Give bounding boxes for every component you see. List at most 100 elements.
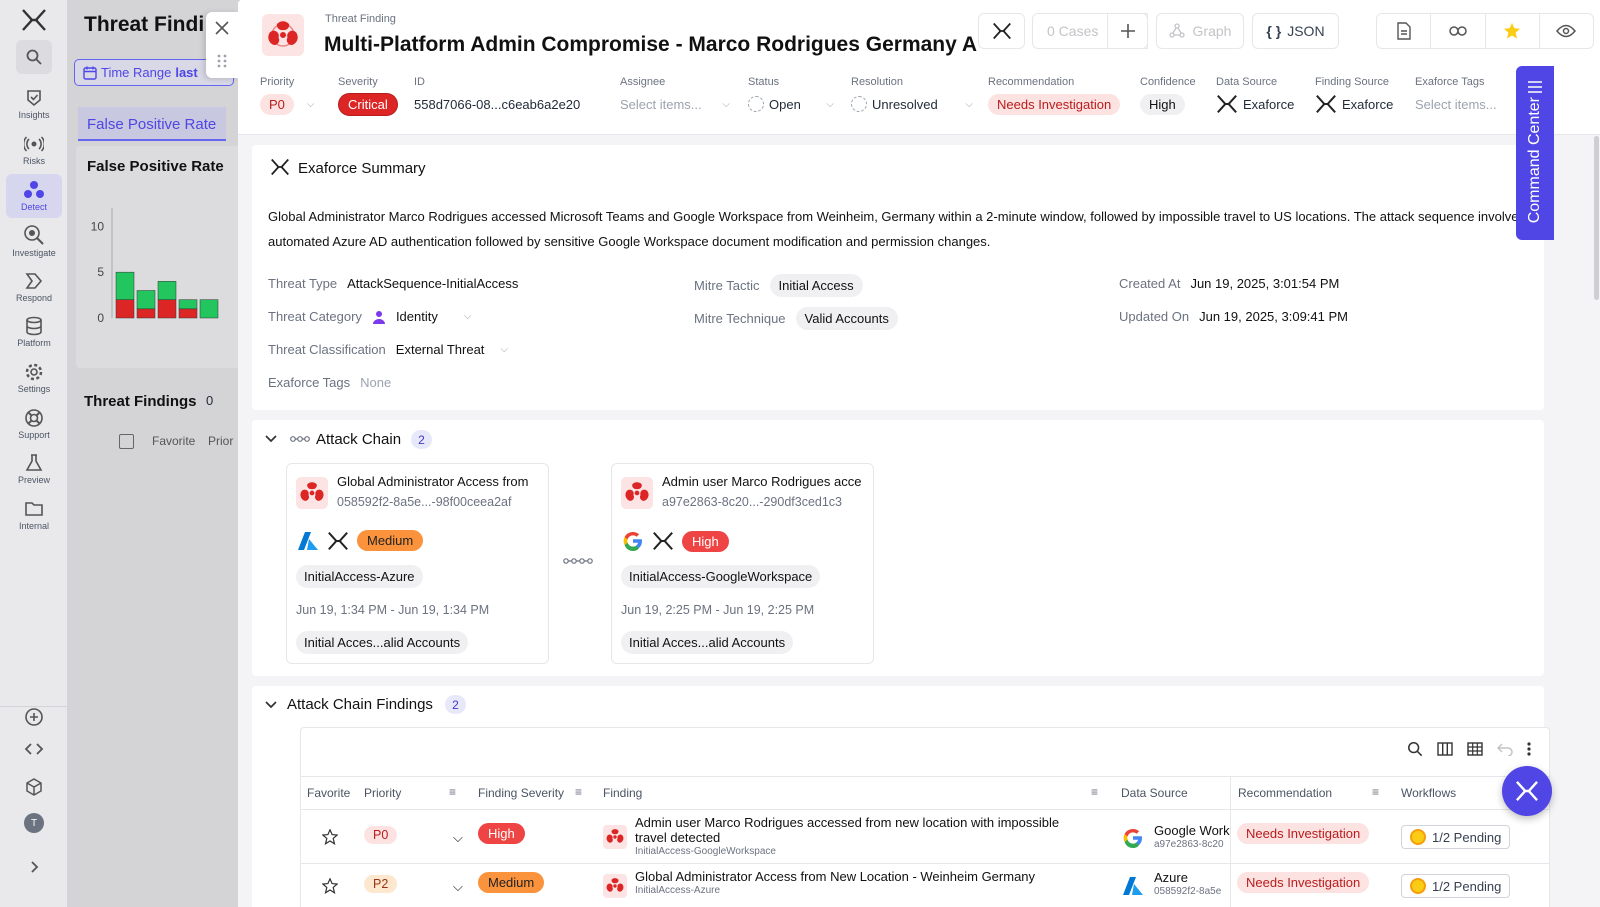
column-workflows[interactable]: Workflows xyxy=(1401,786,1456,800)
threat-category-row[interactable]: Threat Category Identity ⌵ xyxy=(268,309,471,324)
tags-field[interactable]: Exaforce Tags Select items... xyxy=(1415,76,1497,112)
gear-icon xyxy=(25,363,43,381)
notes-button[interactable] xyxy=(1377,14,1432,48)
sidebar-item-internal[interactable]: Internal xyxy=(6,493,62,537)
scrollbar[interactable] xyxy=(1594,136,1599,300)
finding-name[interactable]: Admin user Marco Rodrigues accessed from… xyxy=(635,815,1059,830)
id-field: ID 558d7066-08...c6eab6a2e20 xyxy=(414,76,580,112)
select-all-checkbox[interactable] xyxy=(119,434,134,449)
sidebar-item-support[interactable]: Support xyxy=(6,402,62,446)
star-filled-icon xyxy=(1504,22,1521,39)
exaforce-logo-icon[interactable] xyxy=(21,8,47,32)
recommendation-badge: Needs Investigation xyxy=(1237,872,1370,893)
finding-type-badge xyxy=(603,825,627,849)
table-row[interactable]: P2 ⌵ Medium Global Administrator Access … xyxy=(301,864,1549,907)
sidebar-item-settings[interactable]: Settings xyxy=(6,356,62,400)
command-center-tab[interactable]: Command Center xyxy=(1516,66,1554,240)
column-favorite[interactable]: Favorite xyxy=(307,786,350,800)
time-range-value: last xyxy=(175,65,198,80)
more-vertical-icon[interactable] xyxy=(1527,742,1531,756)
column-finding[interactable]: Finding xyxy=(603,786,642,800)
sidebar-item-detect[interactable]: Detect xyxy=(6,174,62,218)
drag-handle-icon[interactable] xyxy=(216,54,228,68)
sidebar-item-risks[interactable]: Risks xyxy=(6,128,62,172)
plus-icon xyxy=(1120,24,1135,38)
sidebar-item-respond[interactable]: Respond xyxy=(6,265,62,309)
expand-sidebar-icon[interactable] xyxy=(22,855,46,879)
severity-label: Severity xyxy=(338,76,378,88)
sidebar-item-investigate[interactable]: Investigate xyxy=(6,219,62,263)
chevron-down-icon[interactable]: ⌵ xyxy=(453,879,463,895)
status-value: Open xyxy=(769,96,801,112)
finding-name-cont[interactable]: travel detected xyxy=(635,830,720,845)
resolution-field[interactable]: Resolution Unresolved ⌵ xyxy=(851,76,973,112)
finding-detail-panel: Threat Finding Multi-Platform Admin Comp… xyxy=(238,0,1600,907)
recommendation-badge: Needs Investigation xyxy=(988,93,1121,115)
column-favorite[interactable]: Favorite xyxy=(152,434,195,448)
chevron-down-icon[interactable] xyxy=(265,700,277,710)
json-button[interactable]: { } JSON xyxy=(1252,13,1339,49)
chat-icon[interactable] xyxy=(22,705,46,729)
filter-icon[interactable]: ≡ xyxy=(575,785,582,799)
code-icon[interactable] xyxy=(22,737,46,761)
confidence-field[interactable]: Confidence High xyxy=(1140,76,1196,115)
column-priority[interactable]: Priority xyxy=(364,786,401,800)
attack-chain-node[interactable]: Global Administrator Access from 058592f… xyxy=(286,463,549,664)
workflow-status-button[interactable]: 1/2 Pending xyxy=(1401,874,1511,898)
undo-icon[interactable] xyxy=(1497,742,1513,756)
table-row[interactable]: P0 ⌵ High Admin user Marco Rodrigues acc… xyxy=(301,810,1549,864)
columns-icon[interactable] xyxy=(1437,742,1453,756)
node-title: Global Administrator Access from xyxy=(337,474,529,489)
density-icon[interactable] xyxy=(1467,742,1483,756)
user-avatar[interactable]: T xyxy=(22,811,46,835)
status-label: Status xyxy=(748,76,780,88)
tab-false-positive-rate[interactable]: False Positive Rate xyxy=(78,107,226,141)
priority-field[interactable]: Priority P0 ⌵ xyxy=(260,76,315,115)
sidebar-item-platform[interactable]: Platform xyxy=(6,310,62,354)
exaforce-assistant-button[interactable] xyxy=(978,13,1025,49)
attack-chain-node[interactable]: Admin user Marco Rodrigues acce a97e2863… xyxy=(611,463,874,664)
close-icon[interactable] xyxy=(215,21,229,35)
chart-title: False Positive Rate xyxy=(87,158,224,175)
summary-tags-label: Exaforce Tags xyxy=(268,375,351,390)
sidebar-item-label: Respond xyxy=(15,293,53,303)
column-finding-severity[interactable]: Finding Severity xyxy=(478,786,564,800)
finding-name[interactable]: Global Administrator Access from New Loc… xyxy=(635,869,1035,884)
chevron-down-icon[interactable] xyxy=(265,434,277,444)
workflow-status-button[interactable]: 1/2 Pending xyxy=(1401,825,1511,849)
threat-classification-row[interactable]: Threat Classification External Threat ⌵ xyxy=(268,342,508,357)
finding-id[interactable]: 558d7066-08...c6eab6a2e20 xyxy=(414,97,580,112)
recommendation-field[interactable]: Recommendation Needs Investigation xyxy=(988,76,1121,115)
filter-icon[interactable]: ≡ xyxy=(449,785,456,799)
status-field[interactable]: Status Open ⌵ xyxy=(748,76,834,112)
attack-chain-findings-card: Attack Chain Findings 2 Favorite Priorit… xyxy=(252,686,1550,907)
graph-button[interactable]: Graph xyxy=(1156,13,1244,49)
sidebar-item-insights[interactable]: Insights xyxy=(6,82,62,126)
exaforce-logo-icon xyxy=(328,531,348,550)
column-recommendation[interactable]: Recommendation xyxy=(1238,786,1332,800)
sidebar-search-button[interactable] xyxy=(16,40,52,74)
cube-icon[interactable] xyxy=(22,775,46,799)
favorite-button[interactable] xyxy=(1486,14,1540,48)
star-outline-icon[interactable] xyxy=(322,829,338,845)
sidebar-item-preview[interactable]: Preview xyxy=(6,447,62,491)
exaforce-assistant-fab[interactable] xyxy=(1502,766,1552,816)
finding-type: InitialAccess-GoogleWorkspace xyxy=(635,846,776,857)
add-case-button[interactable] xyxy=(1107,13,1148,49)
filter-icon[interactable]: ≡ xyxy=(1372,785,1379,799)
assignee-field[interactable]: Assignee Select items... ⌵ xyxy=(620,76,730,112)
column-data-source[interactable]: Data Source xyxy=(1121,786,1188,800)
star-outline-icon[interactable] xyxy=(322,878,338,894)
copy-link-button[interactable] xyxy=(1431,14,1486,48)
biohazard-icon xyxy=(606,878,624,892)
filter-icon[interactable]: ≡ xyxy=(1091,785,1098,799)
command-center-label: Command Center xyxy=(1526,96,1543,224)
column-priority[interactable]: Prior xyxy=(208,434,233,448)
search-icon[interactable] xyxy=(1407,741,1423,757)
recommendation-badge: Needs Investigation xyxy=(1237,823,1370,844)
chart-bar xyxy=(199,299,219,319)
severity-field[interactable]: Severity Critical xyxy=(338,76,398,116)
watch-button[interactable] xyxy=(1540,14,1593,48)
chevron-down-icon[interactable]: ⌵ xyxy=(453,830,463,846)
y-tick-label: 5 xyxy=(97,265,104,279)
